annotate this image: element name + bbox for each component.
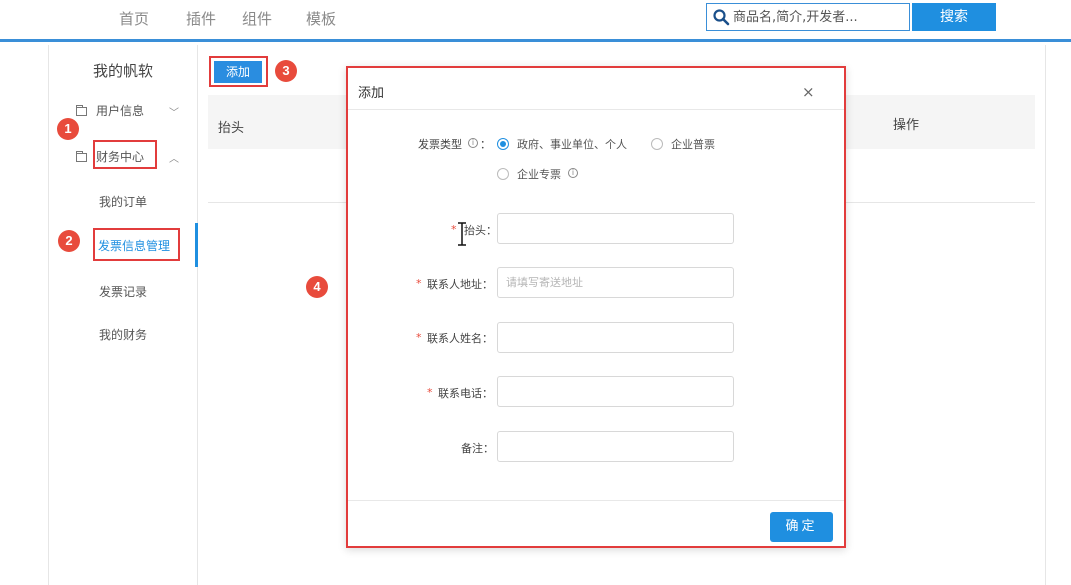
annotation-box-invoice-info (93, 228, 180, 261)
title-field[interactable] (497, 213, 734, 244)
search-button[interactable]: 搜索 (912, 3, 996, 31)
sidebar-title: 我的帆软 (93, 62, 154, 80)
annotation-box-finance (93, 140, 157, 169)
nav-templates[interactable]: 模板 (306, 8, 336, 29)
contact-name-field[interactable] (497, 322, 734, 353)
radio-label: 企业专票 (517, 168, 561, 181)
radio-label: 企业普票 (671, 138, 715, 151)
info-icon: i (468, 138, 478, 148)
field-label-phone: 联系电话： (438, 387, 493, 400)
radio-label: 政府、事业单位、个人 (517, 138, 627, 151)
search-icon (713, 9, 730, 26)
field-label-address: 联系人地址： (427, 278, 493, 291)
active-indicator (195, 223, 198, 267)
phone-field[interactable] (497, 376, 734, 407)
nav-components[interactable]: 组件 (242, 8, 272, 29)
radio-unselected-icon (651, 138, 663, 150)
search-input[interactable] (733, 4, 907, 30)
nav-home[interactable]: 首页 (119, 8, 149, 29)
dialog-footer-divider (348, 500, 844, 501)
required-mark: * (416, 277, 422, 290)
folder-icon (76, 151, 87, 162)
info-icon: i (568, 168, 578, 178)
column-header-title: 抬头 (218, 121, 245, 136)
remarks-field[interactable] (497, 431, 734, 462)
sidebar-item-orders[interactable]: 我的订单 (99, 193, 147, 210)
radio-selected-icon (497, 138, 509, 150)
chevron-up-icon: ︿ (169, 154, 179, 165)
sidebar-group-label: 用户信息 (96, 104, 145, 118)
address-field[interactable] (497, 267, 734, 298)
step-badge-1: 1 (57, 118, 79, 140)
top-nav: 首页 插件 组件 模板 搜索 (0, 0, 1071, 42)
folder-icon (76, 105, 87, 116)
sidebar-item-invoice-records[interactable]: 发票记录 (99, 283, 147, 300)
invoice-type-label: 发票类型 (418, 138, 462, 151)
nav-plugins[interactable]: 插件 (186, 8, 216, 29)
step-badge-4: 4 (306, 276, 328, 298)
close-icon[interactable]: × (802, 83, 815, 101)
step-badge-2: 2 (58, 230, 80, 252)
confirm-button[interactable]: 确定 (770, 512, 833, 542)
dialog-header-divider (348, 109, 844, 110)
invoice-type-colon: ： (480, 138, 491, 151)
field-label-title: 抬头： (464, 224, 497, 237)
sidebar-item-my-finance[interactable]: 我的财务 (99, 326, 147, 343)
chevron-down-icon: ﹀ (169, 108, 179, 119)
step-badge-3: 3 (275, 60, 297, 82)
text-cursor-icon (458, 222, 466, 246)
field-label-remarks: 备注： (461, 442, 494, 455)
radio-unselected-icon (497, 168, 509, 180)
required-mark: * (427, 386, 433, 399)
required-mark: * (416, 331, 422, 344)
search-box (706, 3, 910, 31)
annotation-box-add (209, 56, 268, 87)
column-header-actions: 操作 (893, 118, 920, 133)
field-label-contact-name: 联系人姓名： (427, 332, 493, 345)
dialog-title: 添加 (358, 86, 385, 101)
